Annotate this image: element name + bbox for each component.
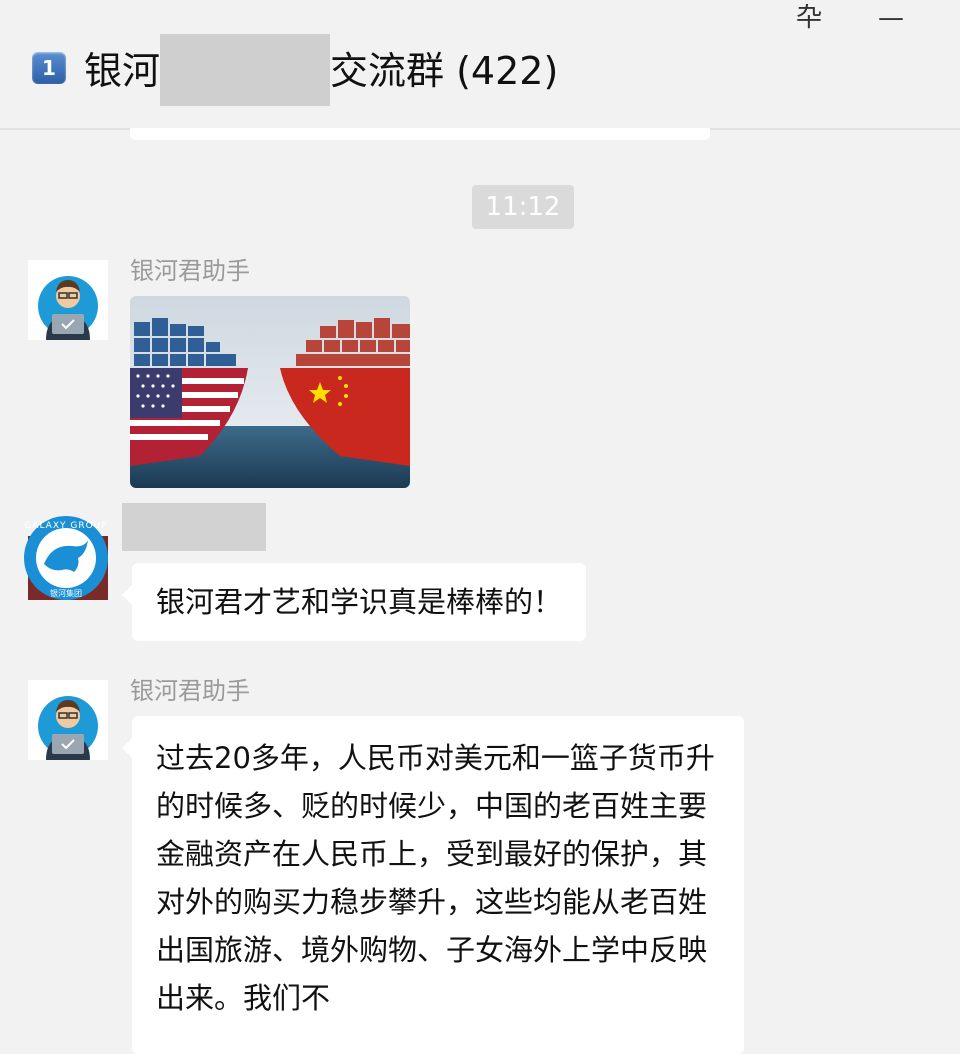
redacted-sender-name (122, 503, 266, 551)
timestamp: 11:12 (472, 185, 574, 229)
title-prefix: 银河 (84, 49, 161, 93)
avatar[interactable] (28, 680, 108, 760)
chat-header: 卆 — 1 银河 交流群 (422) (0, 0, 960, 130)
minimize-icon[interactable]: — (878, 4, 904, 32)
avatar[interactable]: GALAXY GROUP 银河集团 (24, 516, 108, 606)
galaxy-group-logo-icon: GALAXY GROUP 银河集团 (24, 516, 108, 600)
text-message[interactable]: 银河君才艺和学识真是棒棒的！ (121, 563, 587, 641)
logo-bottom-text: 银河集团 (50, 588, 82, 598)
logo-ring-text: GALAXY GROUP (24, 521, 107, 531)
sender-name: 银河君助手 (130, 257, 250, 285)
group-badge-icon: 1 (32, 52, 66, 84)
image-message[interactable] (130, 296, 410, 488)
text-message[interactable]: 过去20多年，人民币对美元和一篮子货币升的时候多、贬的时候少，中国的老百姓主要金… (122, 716, 744, 1054)
sender-name: 银河君助手 (130, 677, 250, 705)
avatar[interactable] (28, 260, 108, 340)
trade-ships-image (130, 296, 410, 488)
chat-title: 银河 交流群 (422) (84, 33, 559, 106)
previous-message-bubble (130, 128, 710, 140)
title-suffix: 交流群 (422) (330, 49, 559, 93)
redacted-block (160, 33, 331, 106)
assistant-avatar-icon (38, 276, 98, 340)
assistant-avatar-icon (38, 696, 98, 760)
pin-icon[interactable]: 卆 (796, 4, 822, 32)
